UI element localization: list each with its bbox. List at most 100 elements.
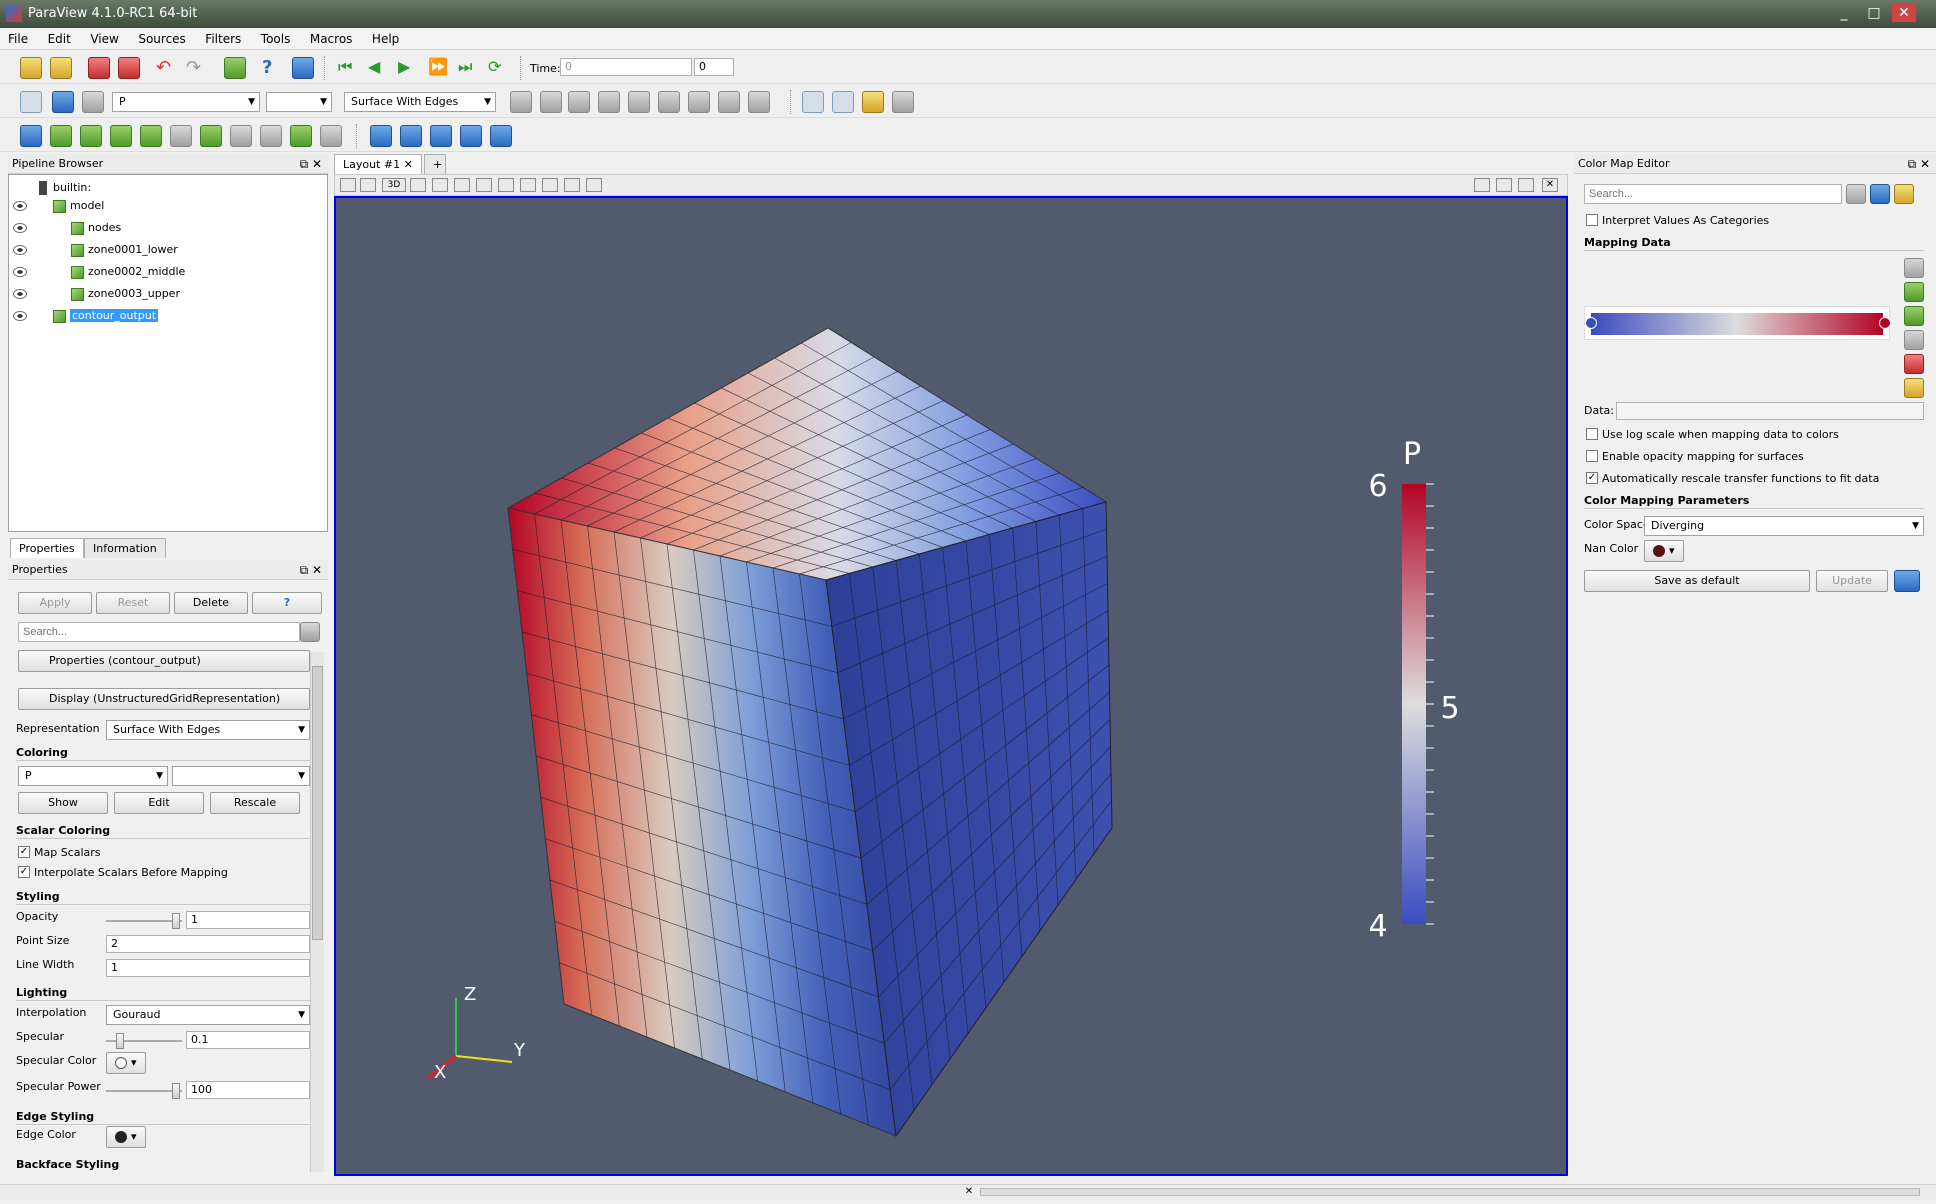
set-view-direction-pos-y-icon[interactable]: [628, 91, 650, 113]
slider-handle[interactable]: [172, 1083, 180, 1099]
rescale-button[interactable]: Rescale: [210, 792, 300, 814]
transfer-function-editor[interactable]: [1584, 306, 1891, 340]
split-horizontal-icon[interactable]: [1474, 178, 1490, 192]
view-clear-selection-icon[interactable]: [564, 178, 580, 192]
close-button[interactable]: ✕: [1892, 4, 1916, 22]
view-undo-camera-icon[interactable]: [360, 178, 376, 192]
reset-button[interactable]: Reset: [96, 592, 170, 614]
choose-preset-heart-icon[interactable]: [1904, 354, 1924, 374]
render-canvas[interactable]: P 6 5 4 Z Y X: [336, 198, 1566, 1174]
panel-float-close-icon[interactable]: ⧉ ✕: [300, 560, 322, 580]
warp-icon[interactable]: [260, 125, 282, 147]
edit-color-map-icon[interactable]: [52, 91, 74, 113]
pick-center-icon[interactable]: [292, 57, 314, 79]
undo-icon[interactable]: ↶: [156, 57, 178, 79]
log-scale-checkbox[interactable]: [1586, 428, 1598, 440]
view-select-points-icon[interactable]: [432, 178, 448, 192]
toggle-3d-button[interactable]: 3D: [382, 178, 406, 192]
menu-filters[interactable]: Filters: [197, 28, 249, 50]
rescale-temporal-icon[interactable]: [1904, 306, 1924, 326]
help-button[interactable]: ?: [252, 592, 322, 614]
extract-subset-icon[interactable]: [170, 125, 192, 147]
slider-handle[interactable]: [116, 1033, 124, 1049]
slider-handle[interactable]: [172, 913, 180, 929]
nan-color-button[interactable]: ▾: [1644, 540, 1684, 562]
menu-help[interactable]: Help: [364, 28, 407, 50]
view-select-frustum-icon[interactable]: [454, 178, 470, 192]
auto-rescale-checkbox[interactable]: ✓: [1586, 472, 1598, 484]
advanced-settings-icon[interactable]: [300, 622, 320, 642]
delete-button[interactable]: Delete: [174, 592, 248, 614]
rescale-custom-range-icon[interactable]: [1904, 282, 1924, 302]
close-view-icon[interactable]: ✕: [1542, 178, 1558, 192]
tree-item-zone0002-middle[interactable]: zone0002_middle: [71, 263, 185, 281]
coloring-component-select[interactable]: ▼: [172, 766, 310, 786]
view-capture-icon[interactable]: [340, 178, 356, 192]
panel-float-close-icon[interactable]: ⧉ ✕: [300, 154, 322, 174]
eye-icon[interactable]: [13, 311, 27, 321]
update-button[interactable]: Update: [1816, 570, 1888, 592]
data-value-field[interactable]: [1616, 402, 1924, 420]
representation-prop-select[interactable]: Surface With Edges ▼: [106, 720, 310, 740]
scrollbar-thumb[interactable]: [312, 666, 323, 940]
apply-button[interactable]: Apply: [18, 592, 92, 614]
set-view-direction-extra-icon[interactable]: [748, 91, 770, 113]
loop-icon[interactable]: ⟳: [488, 57, 510, 79]
plot-over-line-icon[interactable]: [430, 125, 452, 147]
properties-search-input[interactable]: [18, 622, 300, 642]
map-scalars-checkbox[interactable]: ✓: [18, 846, 30, 858]
color-point-max-handle[interactable]: [1879, 317, 1891, 329]
menu-tools[interactable]: Tools: [253, 28, 299, 50]
color-space-select[interactable]: Diverging ▼: [1644, 516, 1924, 536]
maximize-button[interactable]: □: [1862, 4, 1886, 22]
panel-float-close-icon[interactable]: ⧉ ✕: [1908, 154, 1930, 174]
tab-properties[interactable]: Properties: [10, 538, 84, 558]
eye-icon[interactable]: [13, 223, 27, 233]
first-frame-icon[interactable]: ⏮: [338, 57, 360, 79]
color-point-min-handle[interactable]: [1585, 317, 1597, 329]
rescale-data-range-icon[interactable]: [1904, 258, 1924, 278]
split-vertical-icon[interactable]: [1496, 178, 1512, 192]
threshold-icon[interactable]: [140, 125, 162, 147]
opacity-mapping-checkbox[interactable]: [1586, 450, 1598, 462]
calculator-icon[interactable]: [20, 125, 42, 147]
previous-frame-icon[interactable]: ◀: [368, 57, 390, 79]
menu-view[interactable]: View: [82, 28, 126, 50]
edit-colormap-button[interactable]: Edit: [114, 792, 204, 814]
connect-icon[interactable]: [224, 57, 246, 79]
specular-power-slider[interactable]: [106, 1083, 182, 1099]
stream-tracer-icon[interactable]: [230, 125, 252, 147]
add-layout-tab[interactable]: +: [424, 154, 446, 174]
minimize-button[interactable]: _: [1832, 4, 1856, 22]
save-as-default-button[interactable]: Save as default: [1584, 570, 1810, 592]
opacity-field[interactable]: 1: [186, 911, 310, 929]
extract-level-icon[interactable]: [320, 125, 342, 147]
tab-layout-1[interactable]: Layout #1 ✕: [334, 154, 422, 174]
group-datasets-icon[interactable]: [290, 125, 312, 147]
properties-scrollbar[interactable]: [310, 652, 324, 1172]
specular-field[interactable]: 0.1: [186, 1031, 310, 1049]
component-select[interactable]: ▼: [266, 92, 332, 112]
interpolate-scalars-checkbox[interactable]: ✓: [18, 866, 30, 878]
tree-item-builtin[interactable]: builtin:: [39, 179, 91, 197]
open-icon[interactable]: [20, 57, 42, 79]
set-view-direction-pos-x-icon[interactable]: [568, 91, 590, 113]
maximize-view-icon[interactable]: [1518, 178, 1534, 192]
view-shrink-selection-icon[interactable]: [542, 178, 558, 192]
save-preset-icon[interactable]: [1894, 184, 1914, 204]
set-view-direction-neg-y-icon[interactable]: [658, 91, 680, 113]
menu-file[interactable]: File: [0, 28, 36, 50]
view-zoom-box-icon[interactable]: [586, 178, 602, 192]
opacity-slider[interactable]: [106, 913, 182, 929]
slice-icon[interactable]: [110, 125, 132, 147]
eye-icon[interactable]: [13, 245, 27, 255]
view-grow-selection-icon[interactable]: [520, 178, 536, 192]
rotate-90-icon[interactable]: [892, 91, 914, 113]
representation-select[interactable]: Surface With Edges ▼: [344, 92, 496, 112]
tree-item-zone0001-lower[interactable]: zone0001_lower: [71, 241, 178, 259]
choose-preset-icon[interactable]: [1870, 184, 1890, 204]
set-view-direction-neg-x-icon[interactable]: [598, 91, 620, 113]
toggle-color-legend-icon[interactable]: [20, 91, 42, 113]
invert-colormap-icon[interactable]: [1904, 330, 1924, 350]
clip-icon[interactable]: [80, 125, 102, 147]
